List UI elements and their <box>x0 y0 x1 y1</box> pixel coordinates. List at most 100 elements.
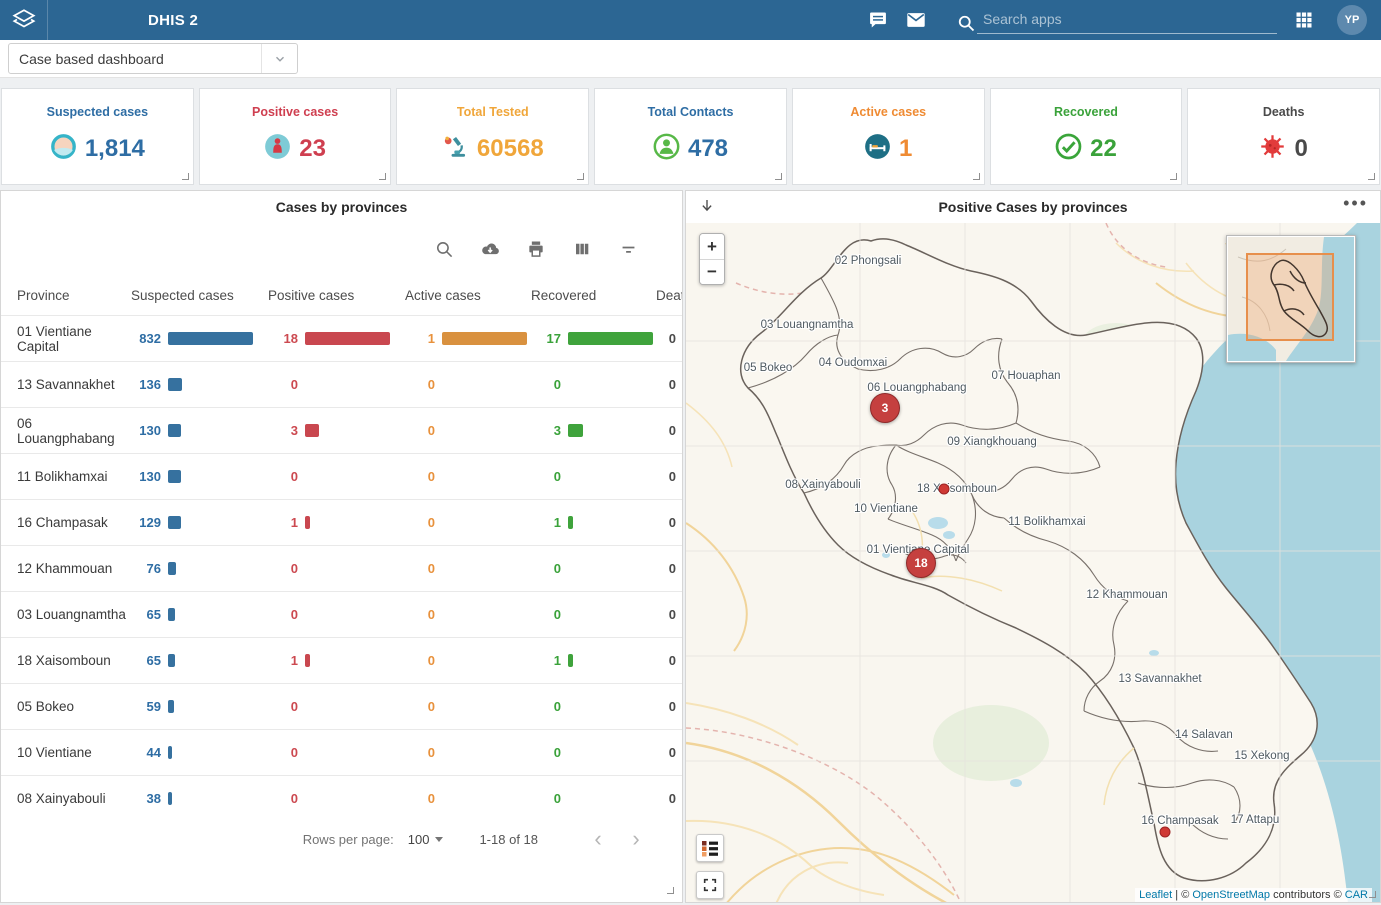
deaths-cell: 0 <box>656 469 683 484</box>
table-search-icon[interactable] <box>434 239 454 259</box>
suspected-bar <box>168 378 182 391</box>
table-row: 13 Savannakhet1360000 <box>1 361 682 407</box>
rows-per-page-label: Rows per page: <box>303 832 394 847</box>
overview-map[interactable] <box>1226 235 1356 363</box>
virus-icon <box>1259 133 1286 165</box>
card-resize-handle[interactable] <box>379 173 386 180</box>
infected-person-icon <box>264 133 291 165</box>
columns-icon[interactable] <box>572 239 592 259</box>
zoom-in-button[interactable]: + <box>700 234 724 259</box>
table-row: 16 Champasak1291010 <box>1 499 682 545</box>
prev-page-button[interactable]: ‹ <box>586 827 610 851</box>
fullscreen-icon <box>702 877 718 893</box>
card-title: Active cases <box>850 105 926 119</box>
search-icon <box>955 12 977 34</box>
search-apps-input[interactable] <box>977 7 1277 34</box>
suspected-cell: 65 <box>131 607 268 622</box>
zoom-out-button[interactable]: − <box>700 259 724 284</box>
card-resize-handle[interactable] <box>577 173 584 180</box>
card-value: 1,814 <box>85 135 145 163</box>
recovered-cell: 1 <box>531 653 656 668</box>
recovered-cell: 3 <box>531 423 656 438</box>
suspected-cell: 129 <box>131 515 268 530</box>
osm-link[interactable]: OpenStreetMap <box>1192 889 1270 901</box>
dashboard-selector[interactable]: Case based dashboard <box>8 43 298 74</box>
stat-card-deaths: Deaths0 <box>1187 88 1380 185</box>
active-cell: 0 <box>405 699 531 714</box>
apps-grid-icon[interactable] <box>1293 9 1315 31</box>
card-resize-handle[interactable] <box>1368 173 1375 180</box>
positive-cell: 1 <box>268 653 405 668</box>
positive-cell: 0 <box>268 561 405 576</box>
map-label-17-attapu: 17 Attapu <box>1231 814 1280 826</box>
deaths-cell: 0 <box>656 423 683 438</box>
province-cell: 18 Xaisomboun <box>17 653 131 668</box>
more-options-icon[interactable]: ••• <box>1343 193 1368 214</box>
table-row: 11 Bolikhamxai1300000 <box>1 453 682 499</box>
col-header-suspected: Suspected cases <box>131 288 268 303</box>
recovered-bar <box>568 332 653 345</box>
card-resize-handle[interactable] <box>1170 173 1177 180</box>
province-cell: 13 Savannakhet <box>17 377 131 392</box>
province-cell: 06 Louangphabang <box>17 416 131 446</box>
messages-icon[interactable] <box>867 9 889 31</box>
map-label-10-vientiane: 10 Vientiane <box>854 503 918 515</box>
user-avatar[interactable]: YP <box>1337 5 1367 35</box>
map-canvas[interactable]: 02 Phongsali03 Louangnamtha04 Oudomxai05… <box>686 223 1380 903</box>
suspected-cell: 44 <box>131 745 268 760</box>
case-point-marker[interactable] <box>939 484 950 495</box>
col-header-positive: Positive cases <box>268 288 405 303</box>
table-row: 18 Xaisomboun651010 <box>1 637 682 683</box>
mail-icon[interactable] <box>905 9 927 31</box>
recovered-bar <box>568 516 573 529</box>
leaflet-link[interactable]: Leaflet <box>1139 889 1172 901</box>
microscope-icon <box>442 133 469 165</box>
map-label-07-houaphan: 07 Houaphan <box>991 370 1060 382</box>
legend-button[interactable] <box>696 834 724 862</box>
carto-link[interactable]: CAR <box>1345 889 1368 901</box>
dhis2-logo[interactable] <box>0 0 48 40</box>
table-resize-handle[interactable] <box>667 887 674 894</box>
table-row: 05 Bokeo590000 <box>1 683 682 729</box>
map-resize-handle[interactable] <box>1369 891 1376 898</box>
case-cluster-marker[interactable]: 3 <box>870 393 900 423</box>
suspected-bar <box>168 654 175 667</box>
province-cell: 08 Xainyabouli <box>17 791 131 806</box>
table-pagination: Rows per page: 100 1-18 of 18 ‹ › <box>1 821 682 857</box>
map-label-18-xaisomboun: 18 Xaisomboun <box>917 483 997 495</box>
attribution-prefix: © <box>1181 889 1192 901</box>
case-cluster-marker[interactable]: 18 <box>906 548 936 578</box>
active-cell: 1 <box>405 331 531 346</box>
card-resize-handle[interactable] <box>973 173 980 180</box>
stat-card-total-contacts: Total Contacts478 <box>594 88 787 185</box>
print-icon[interactable] <box>526 239 546 259</box>
table-toolbar <box>1 223 682 275</box>
deaths-cell: 0 <box>656 745 683 760</box>
province-cell: 03 Louangnamtha <box>17 607 131 622</box>
suspected-bar <box>168 332 253 345</box>
mask-face-icon <box>50 133 77 165</box>
active-cell: 0 <box>405 607 531 622</box>
map-panel: Positive Cases by provinces ••• <box>685 190 1381 903</box>
case-point-marker[interactable] <box>1160 827 1171 838</box>
suspected-cell: 130 <box>131 423 268 438</box>
active-cell: 0 <box>405 561 531 576</box>
download-arrow-icon[interactable] <box>698 197 716 220</box>
suspected-bar <box>168 792 172 805</box>
map-attribution: Leaflet | © OpenStreetMap contributors ©… <box>1135 888 1372 902</box>
deaths-cell: 0 <box>656 561 683 576</box>
col-header-recovered: Recovered <box>531 288 656 303</box>
rows-per-page-select[interactable]: 100 <box>408 832 444 847</box>
filter-icon[interactable] <box>618 239 638 259</box>
card-resize-handle[interactable] <box>775 173 782 180</box>
fullscreen-button[interactable] <box>696 871 724 899</box>
download-icon[interactable] <box>480 239 500 259</box>
app-title: DHIS 2 <box>148 12 198 29</box>
table-row: 12 Khammouan760000 <box>1 545 682 591</box>
map-label-03-louangnamtha: 03 Louangnamtha <box>761 319 854 331</box>
positive-cell: 0 <box>268 607 405 622</box>
card-resize-handle[interactable] <box>182 173 189 180</box>
next-page-button[interactable]: › <box>624 827 648 851</box>
suspected-bar <box>168 608 175 621</box>
deaths-cell: 0 <box>656 377 683 392</box>
